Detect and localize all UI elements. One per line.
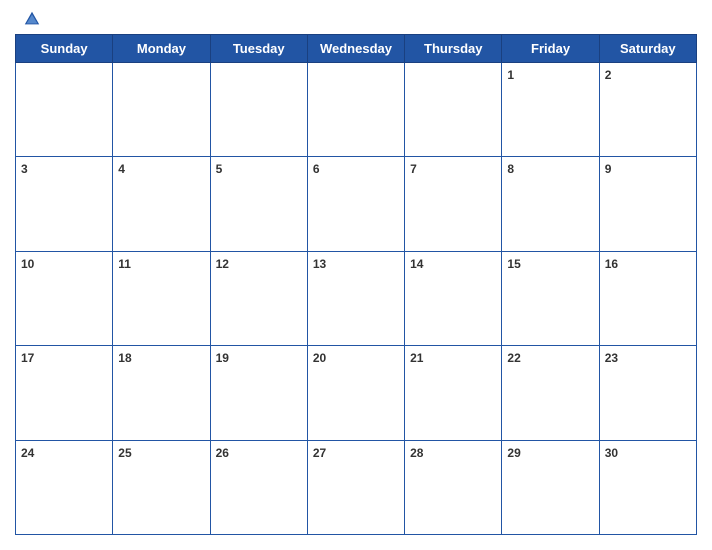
day-number: 16 (605, 257, 618, 271)
calendar-cell (16, 63, 113, 157)
day-number: 8 (507, 162, 514, 176)
calendar-week-2: 3 4 5 6 7 8 9 (16, 157, 697, 251)
calendar-table: SundayMondayTuesdayWednesdayThursdayFrid… (15, 34, 697, 535)
day-number: 11 (118, 257, 131, 271)
calendar-cell: 25 (113, 440, 210, 534)
day-number: 14 (410, 257, 423, 271)
day-number: 10 (21, 257, 34, 271)
calendar-cell: 24 (16, 440, 113, 534)
day-number: 20 (313, 351, 326, 365)
calendar-cell: 23 (599, 346, 696, 440)
day-number: 2 (605, 68, 612, 82)
day-header-friday: Friday (502, 35, 599, 63)
day-number: 21 (410, 351, 423, 365)
day-number: 7 (410, 162, 417, 176)
calendar-cell: 14 (405, 251, 502, 345)
day-number: 1 (507, 68, 514, 82)
calendar-cell: 21 (405, 346, 502, 440)
calendar-cell: 9 (599, 157, 696, 251)
calendar-cell (307, 63, 404, 157)
calendar-cell: 13 (307, 251, 404, 345)
calendar-cell: 17 (16, 346, 113, 440)
calendar-cell: 3 (16, 157, 113, 251)
calendar-cell: 11 (113, 251, 210, 345)
day-number: 23 (605, 351, 618, 365)
calendar-body: 1234567891011121314151617181920212223242… (16, 63, 697, 535)
calendar-cell: 19 (210, 346, 307, 440)
calendar-cell: 26 (210, 440, 307, 534)
day-header-tuesday: Tuesday (210, 35, 307, 63)
day-number: 22 (507, 351, 520, 365)
calendar-header (15, 10, 697, 28)
day-number: 9 (605, 162, 612, 176)
day-number: 18 (118, 351, 131, 365)
calendar-cell: 16 (599, 251, 696, 345)
calendar-cell: 20 (307, 346, 404, 440)
day-number: 28 (410, 446, 423, 460)
calendar-cell: 15 (502, 251, 599, 345)
day-number: 27 (313, 446, 326, 460)
day-header-monday: Monday (113, 35, 210, 63)
calendar-week-4: 17 18 19 20 21 22 23 (16, 346, 697, 440)
calendar-cell: 12 (210, 251, 307, 345)
calendar-cell: 30 (599, 440, 696, 534)
day-number: 25 (118, 446, 131, 460)
day-number: 15 (507, 257, 520, 271)
day-number: 29 (507, 446, 520, 460)
day-number: 4 (118, 162, 125, 176)
calendar-cell: 27 (307, 440, 404, 534)
day-number: 30 (605, 446, 618, 460)
day-header-saturday: Saturday (599, 35, 696, 63)
day-number: 12 (216, 257, 229, 271)
calendar-cell: 6 (307, 157, 404, 251)
calendar-cell: 22 (502, 346, 599, 440)
day-header-thursday: Thursday (405, 35, 502, 63)
calendar-cell (405, 63, 502, 157)
calendar-cell: 7 (405, 157, 502, 251)
logo-icon (23, 10, 41, 28)
calendar-week-3: 10 11 12 13 14 15 16 (16, 251, 697, 345)
calendar-cell: 29 (502, 440, 599, 534)
day-number: 19 (216, 351, 229, 365)
calendar-week-1: 12 (16, 63, 697, 157)
day-number: 13 (313, 257, 326, 271)
calendar-cell: 1 (502, 63, 599, 157)
calendar-week-5: 24 25 26 27 28 29 30 (16, 440, 697, 534)
calendar-cell (113, 63, 210, 157)
calendar-cell: 28 (405, 440, 502, 534)
calendar-header-row: SundayMondayTuesdayWednesdayThursdayFrid… (16, 35, 697, 63)
day-number: 6 (313, 162, 320, 176)
day-number: 24 (21, 446, 34, 460)
day-number: 26 (216, 446, 229, 460)
day-number: 5 (216, 162, 223, 176)
day-header-wednesday: Wednesday (307, 35, 404, 63)
day-number: 3 (21, 162, 28, 176)
day-header-sunday: Sunday (16, 35, 113, 63)
calendar-cell: 2 (599, 63, 696, 157)
logo (19, 10, 41, 28)
calendar-cell: 5 (210, 157, 307, 251)
calendar-cell: 10 (16, 251, 113, 345)
calendar-cell: 8 (502, 157, 599, 251)
calendar-cell: 18 (113, 346, 210, 440)
calendar-cell: 4 (113, 157, 210, 251)
calendar-cell (210, 63, 307, 157)
day-number: 17 (21, 351, 34, 365)
